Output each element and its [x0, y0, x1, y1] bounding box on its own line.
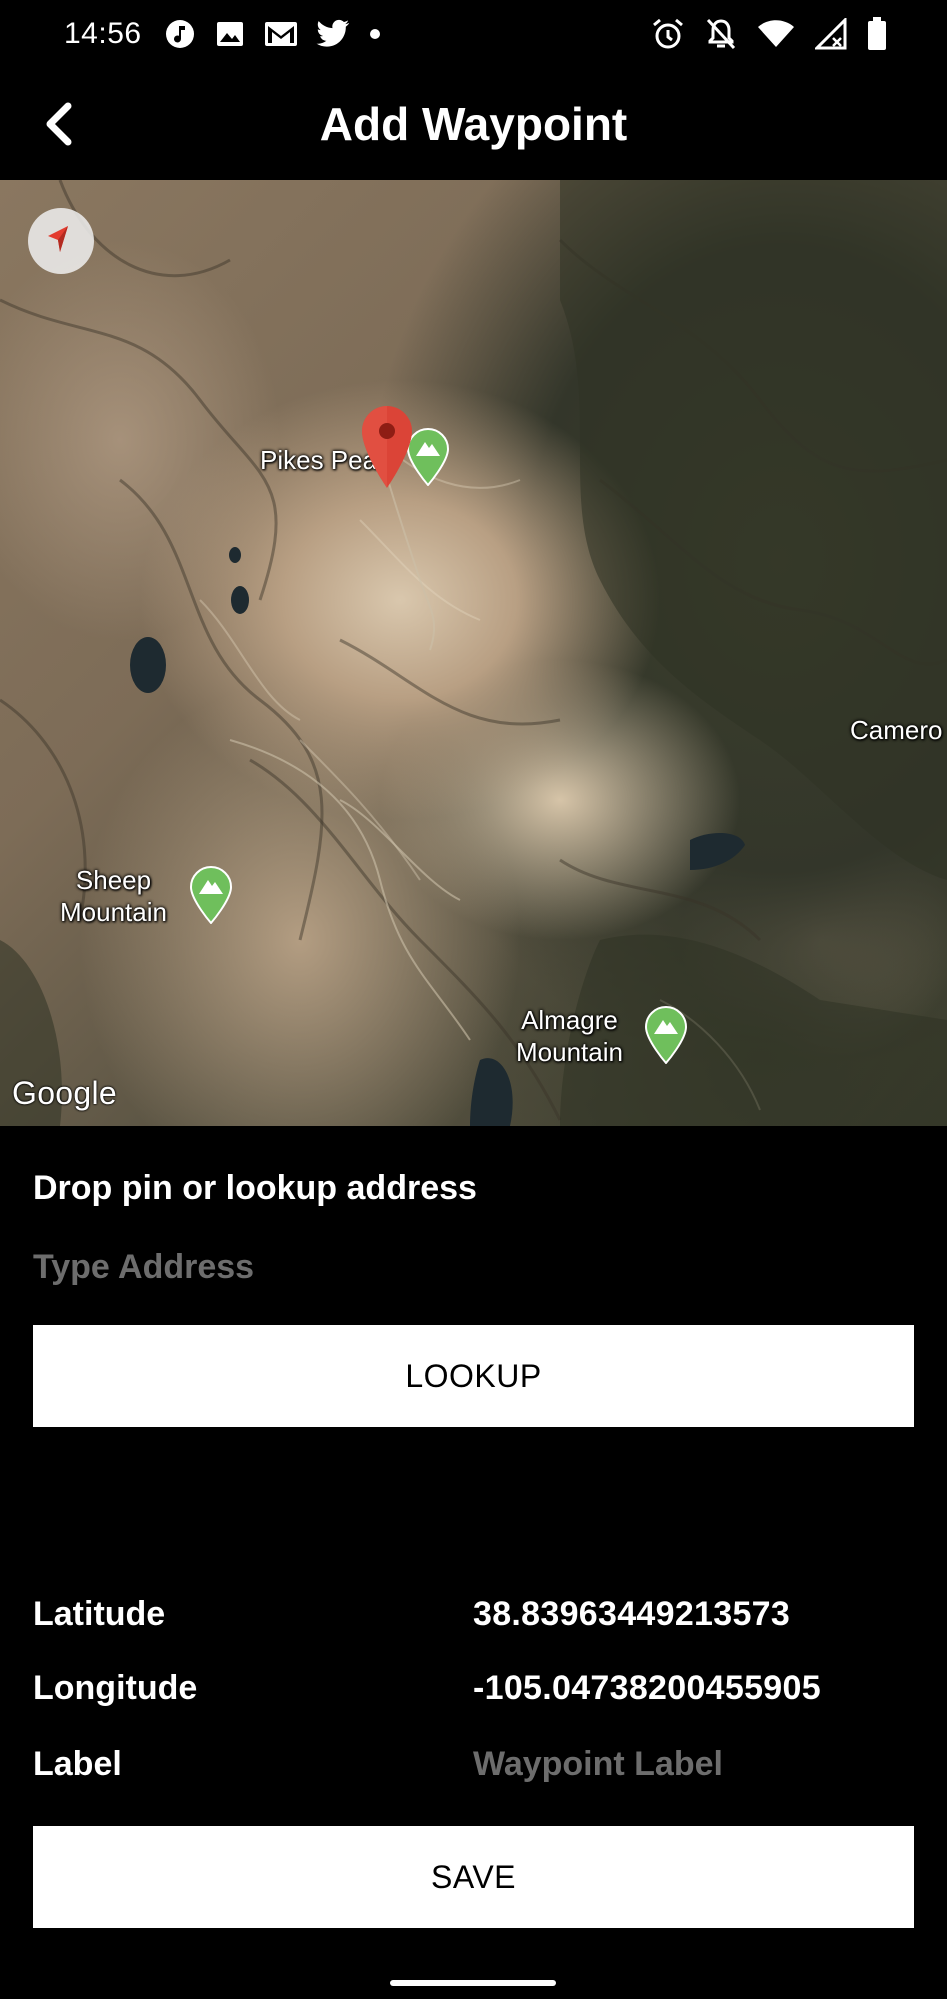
dot-icon — [368, 27, 382, 41]
location-pin-icon[interactable] — [360, 404, 414, 490]
map-label-sheep-line1: Sheep — [75, 865, 152, 895]
waypoint-label-label: Label — [33, 1745, 122, 1783]
home-indicator[interactable] — [390, 1980, 556, 1986]
map-label-sheep-mountain: Sheep Mountain — [60, 864, 167, 928]
compass-icon — [44, 222, 78, 261]
lookup-button[interactable]: LOOKUP — [33, 1325, 914, 1427]
longitude-value: -105.04738200455905 — [473, 1669, 821, 1707]
waypoint-form: Drop pin or lookup address LOOKUP Latitu… — [0, 1126, 947, 1999]
map-label-sheep-line2: Mountain — [60, 897, 167, 927]
latitude-label: Latitude — [33, 1595, 166, 1633]
longitude-label: Longitude — [33, 1669, 198, 1707]
satellite-map[interactable]: Pikes Peak Sheep Mountain Almagre Mounta… — [0, 180, 947, 1126]
twitter-icon — [316, 19, 350, 49]
status-system-icons — [651, 16, 887, 52]
status-notification-icons — [164, 16, 382, 52]
save-button[interactable]: SAVE — [33, 1826, 914, 1928]
notifications-off-icon — [705, 17, 737, 51]
mountain-marker-icon[interactable] — [644, 1006, 688, 1065]
status-time: 14:56 — [64, 17, 142, 50]
lookup-heading: Drop pin or lookup address — [33, 1169, 477, 1207]
address-input[interactable] — [33, 1242, 913, 1292]
status-bar: 14:56 — [0, 0, 947, 70]
latitude-value: 38.83963449213573 — [473, 1595, 791, 1633]
wifi-icon — [757, 19, 795, 49]
cellular-no-data-icon — [815, 18, 847, 50]
waypoint-label-input[interactable] — [473, 1742, 913, 1786]
alarm-icon — [651, 17, 685, 51]
battery-icon — [867, 17, 887, 51]
map-label-almagre-line1: Almagre — [521, 1005, 618, 1035]
google-logo: Google — [12, 1075, 117, 1111]
gmail-icon — [264, 20, 298, 48]
map-label-cameron: Camero — [850, 715, 943, 745]
app-bar: Add Waypoint — [0, 70, 947, 180]
map-label-almagre-line2: Mountain — [516, 1037, 623, 1067]
music-note-icon — [164, 18, 196, 50]
mountain-marker-icon[interactable] — [189, 866, 233, 925]
image-icon — [214, 18, 246, 50]
map-label-almagre-mountain: Almagre Mountain — [516, 1004, 623, 1068]
map-terrain — [0, 180, 947, 1126]
page-title: Add Waypoint — [319, 98, 628, 150]
compass-button[interactable] — [28, 208, 94, 274]
